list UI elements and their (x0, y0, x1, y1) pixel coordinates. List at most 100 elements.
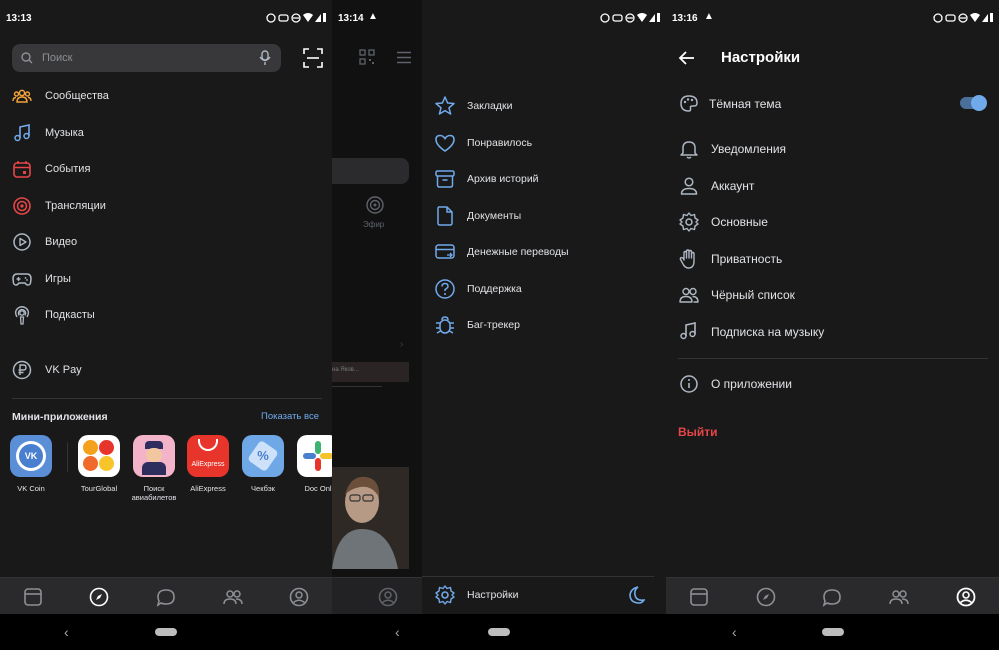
profile-tab-icon[interactable] (288, 586, 310, 608)
explore-tab-icon[interactable] (88, 586, 110, 608)
video-preview[interactable] (332, 467, 409, 569)
explore-item-2[interactable]: События (12, 159, 312, 179)
explore-item-5[interactable]: Игры (12, 269, 312, 289)
vkpay-item[interactable]: VK Pay (12, 360, 312, 380)
mini-app-name: Чекбэк (251, 484, 275, 493)
profile-tab-icon[interactable] (377, 586, 399, 608)
show-all-link[interactable]: Показать все (261, 411, 319, 422)
system-nav-bar: ‹ (0, 614, 332, 650)
status-time: 13:13 (6, 13, 32, 24)
explore-item-0[interactable]: Сообщества (12, 86, 312, 106)
explore-item-label: Игры (45, 273, 71, 285)
profile-tab-icon[interactable] (955, 586, 977, 608)
chevron-right-icon: › (400, 339, 404, 350)
mini-app-name: AliExpress (190, 484, 226, 493)
live-label[interactable]: Эфир (363, 220, 384, 229)
explore-item-3[interactable]: Трансляции (12, 196, 312, 216)
mini-app-4[interactable]: % Чекбэк (240, 435, 286, 493)
search-input[interactable]: Поиск (12, 44, 281, 72)
star-icon (435, 96, 455, 115)
news-tab-icon[interactable] (688, 586, 710, 608)
explore-item-4[interactable]: Видео (12, 232, 312, 252)
mini-app-0[interactable]: VK VK Coin (8, 435, 54, 493)
about-app-item[interactable]: О приложении (678, 373, 988, 395)
more-item-label: Понравилось (467, 137, 533, 149)
settings-item-label: Уведомления (711, 142, 787, 156)
friends-tab-icon[interactable] (888, 586, 910, 608)
messages-tab-icon[interactable] (821, 586, 843, 608)
mini-app-name: VK Coin (17, 484, 45, 493)
mini-app-1[interactable]: TourGlobal (76, 435, 122, 493)
more-item-1[interactable]: Понравилось (434, 132, 664, 154)
gear-icon (435, 585, 455, 605)
back-nav-icon[interactable]: ‹ (64, 624, 69, 640)
home-pill[interactable] (155, 628, 177, 636)
more-item-label: Денежные переводы (467, 246, 569, 258)
home-pill[interactable] (822, 628, 844, 636)
explore-item-label: Подкасты (45, 309, 95, 321)
dark-theme-toggle[interactable] (960, 95, 987, 111)
friends-tab-icon[interactable] (222, 586, 244, 608)
moon-icon[interactable] (625, 585, 645, 605)
about-app-label: О приложении (711, 377, 792, 391)
back-nav-icon[interactable]: ‹ (395, 624, 400, 640)
mini-app-name: Doc Onl (304, 484, 332, 493)
mini-app-2[interactable]: Поиск авиабилетов (131, 435, 177, 502)
microphone-icon[interactable] (258, 50, 272, 66)
more-item-3[interactable]: Документы (434, 205, 664, 227)
settings-item-2[interactable]: Основные (678, 211, 988, 233)
more-item-label: Архив историй (467, 173, 539, 185)
settings-item-label: Подписка на музыку (711, 325, 825, 339)
checkback-icon: % (242, 435, 284, 477)
vkpay-label: VK Pay (45, 364, 82, 376)
settings-item-0[interactable]: Уведомления (678, 138, 988, 160)
status-time: 13:14 (338, 13, 364, 24)
explore-item-6[interactable]: Подкасты (12, 305, 312, 325)
music-note-icon (680, 322, 696, 340)
settings-item-5[interactable]: Подписка на музыку (678, 321, 988, 343)
vk-coin-icon: VK (10, 435, 52, 477)
logout-button[interactable]: Выйти (678, 425, 718, 439)
settings-item-1[interactable]: Аккаунт (678, 175, 988, 197)
settings-item-4[interactable]: Чёрный список (678, 284, 988, 306)
explore-item-label: Видео (45, 236, 78, 248)
mini-apps-title: Мини-приложения (12, 411, 108, 423)
qr-scanner-icon[interactable] (303, 48, 323, 68)
notification-icon: ▲ (368, 11, 378, 22)
settings-item-label: Приватность (711, 252, 783, 266)
explore-item-label: Сообщества (45, 90, 109, 102)
settings-item-label: Аккаунт (711, 179, 755, 193)
messages-tab-icon[interactable] (155, 586, 177, 608)
dark-theme-row[interactable]: Тёмная тема (678, 93, 988, 115)
more-item-2[interactable]: Архив историй (434, 168, 664, 190)
more-item-0[interactable]: Закладки (434, 95, 664, 117)
gamepad-icon (12, 273, 32, 286)
back-nav-icon[interactable]: ‹ (732, 624, 737, 640)
more-item-6[interactable]: Баг-трекер (434, 314, 664, 336)
gear-icon (679, 212, 699, 232)
divider (678, 358, 988, 359)
home-pill[interactable] (488, 628, 510, 636)
live-icon[interactable] (366, 196, 384, 214)
explore-tab-icon[interactable] (755, 586, 777, 608)
covered-feed-panel: 13:14 ▲ Эфир › на Яков... ‹ (332, 0, 422, 650)
more-item-5[interactable]: Поддержка (434, 278, 664, 300)
search-placeholder: Поиск (42, 52, 73, 64)
toggle-knob (971, 95, 987, 111)
news-tab-icon[interactable] (22, 586, 44, 608)
communities-icon (12, 89, 32, 103)
podcast-icon (14, 306, 30, 325)
calendar-icon (13, 161, 31, 178)
explore-item-1[interactable]: Музыка (12, 123, 312, 143)
settings-item-3[interactable]: Приватность (678, 248, 988, 270)
mini-app-3[interactable]: AliExpress AliExpress (185, 435, 231, 493)
more-item-4[interactable]: Денежные переводы (434, 241, 664, 263)
archive-icon (435, 170, 455, 188)
qr-code-icon[interactable] (359, 49, 375, 65)
settings-panel: 13:16 ▲ Настройки Тёмная тема Уведомлени… (666, 0, 999, 650)
settings-item-label: Основные (711, 215, 768, 229)
back-arrow-icon[interactable] (678, 49, 696, 67)
menu-icon[interactable] (396, 51, 412, 64)
status-bar: 13:13 (0, 0, 332, 36)
mini-app-5[interactable]: Doc Onl (295, 435, 332, 493)
